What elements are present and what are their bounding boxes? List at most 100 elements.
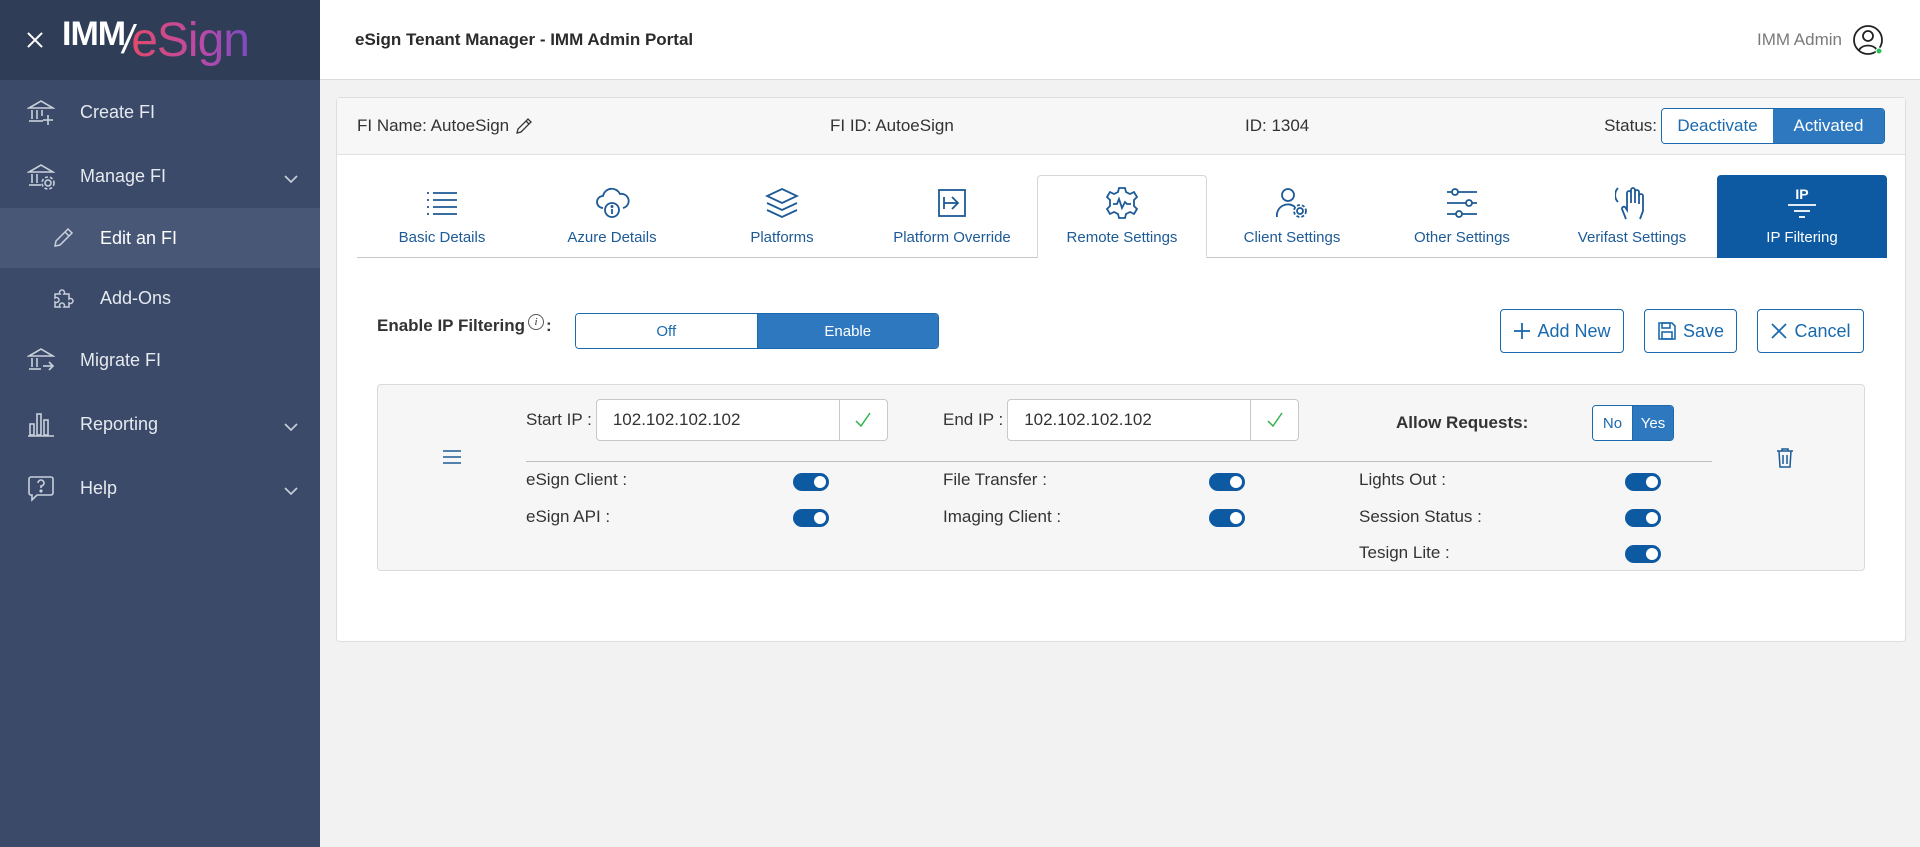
perm-imaging-client-toggle[interactable] (1209, 509, 1245, 527)
activated-button[interactable]: Activated (1773, 109, 1884, 143)
logo-bar: IMM / eSign (0, 0, 320, 80)
sidebar-item-help[interactable]: Help (0, 456, 320, 520)
perm-session-status-label: Session Status : (1359, 507, 1482, 526)
page-title: eSign Tenant Manager - IMM Admin Portal (355, 29, 694, 49)
start-ip-input[interactable] (596, 400, 839, 440)
tab-platform-override[interactable]: Platform Override (867, 175, 1037, 258)
sidebar-item-create-fi[interactable]: Create FI (0, 80, 320, 144)
tab-other-settings[interactable]: Other Settings (1377, 175, 1547, 258)
add-new-button[interactable]: Add New (1500, 309, 1624, 353)
tab-label: Platform Override (893, 229, 1011, 246)
tab-platforms[interactable]: Platforms (697, 175, 867, 258)
sidebar-item-manage-fi[interactable]: Manage FI (0, 144, 320, 208)
ip-filtering-enable-button[interactable]: Enable (757, 314, 938, 348)
perm-lights-out-toggle[interactable] (1625, 473, 1661, 491)
allow-requests-label: Allow Requests: (1396, 413, 1529, 432)
list-icon (425, 185, 459, 221)
end-ip-input[interactable] (1008, 400, 1251, 440)
ip-filter-icon: IP (1786, 185, 1818, 221)
ip-filter-icon-text: IP (1795, 186, 1809, 202)
close-icon[interactable] (22, 27, 48, 53)
trash-icon[interactable] (1776, 447, 1794, 474)
logo: IMM / eSign (62, 13, 250, 68)
tab-client-settings[interactable]: Client Settings (1207, 175, 1377, 258)
allow-requests-toggle: No Yes (1592, 405, 1674, 441)
bank-add-icon (26, 97, 56, 127)
status-toggle: Deactivate Activated (1661, 108, 1885, 144)
sidebar-item-migrate-fi[interactable]: Migrate FI (0, 328, 320, 392)
tab-verifast-settings[interactable]: Verifast Settings (1547, 175, 1717, 258)
sidebar-item-add-ons[interactable]: Add-Ons (0, 268, 320, 328)
perm-session-status-toggle[interactable] (1625, 509, 1661, 527)
tab-ip-filtering[interactable]: IP IP Filtering (1717, 175, 1887, 258)
tab-label: Azure Details (567, 229, 657, 246)
fi-edit-card: FI Name: AutoeSign FI ID: AutoeSign ID: … (336, 97, 1906, 642)
sidebar-item-label: Add-Ons (100, 287, 172, 308)
perm-imaging-client-label: Imaging Client : (943, 507, 1062, 526)
fi-name-label: FI Name: AutoeSign (357, 116, 510, 135)
pencil-icon (48, 223, 78, 253)
sidebar-item-label: Manage FI (80, 165, 167, 186)
perm-esign-api-toggle[interactable] (793, 509, 829, 527)
perm-esign-api-label: eSign API : (526, 507, 611, 526)
user-name: IMM Admin (1756, 29, 1842, 49)
close-icon (1771, 323, 1788, 339)
tab-label: Client Settings (1243, 229, 1341, 246)
allow-no-button[interactable]: No (1593, 406, 1633, 440)
tab-label: IP Filtering (1766, 229, 1838, 246)
check-icon (1250, 400, 1298, 440)
sidebar-item-edit-fi[interactable]: Edit an FI (0, 208, 320, 268)
status-label: Status: (1604, 116, 1657, 135)
tab-basic-details[interactable]: Basic Details (357, 175, 527, 258)
enable-ip-filtering-toggle: Off Enable (575, 313, 939, 349)
perm-file-transfer-toggle[interactable] (1209, 473, 1245, 491)
tab-label: Verifast Settings (1577, 229, 1687, 246)
check-icon (838, 400, 887, 440)
sliders-icon (1445, 185, 1479, 221)
bar-chart-icon (26, 409, 56, 439)
cancel-button[interactable]: Cancel (1757, 309, 1864, 353)
ip-rule-row: Start IP : End IP : Allow Requests: No Y… (377, 384, 1865, 571)
fi-status: Status: Deactivate Activated (1604, 108, 1885, 144)
sidebar-item-label: Edit an FI (100, 227, 178, 248)
edit-pencil-icon[interactable] (515, 117, 533, 135)
perm-esign-client-toggle[interactable] (793, 473, 829, 491)
perm-tesign-lite-toggle[interactable] (1625, 545, 1661, 563)
sidebar-item-label: Migrate FI (80, 349, 162, 370)
sidebar-item-label: Reporting (80, 413, 159, 434)
hand-touch-icon (1615, 185, 1649, 221)
gear-wave-icon (1104, 185, 1140, 221)
logo-imm: IMM (62, 14, 126, 53)
user-gear-icon (1275, 185, 1309, 221)
enable-ip-filtering-colon: : (546, 316, 552, 335)
perm-file-transfer-label: File Transfer : (943, 470, 1047, 489)
user-avatar-icon[interactable] (1852, 24, 1884, 56)
drag-handle-icon[interactable] (442, 447, 462, 472)
cloud-info-icon (594, 185, 630, 221)
end-ip-field: End IP : (943, 399, 1300, 441)
sidebar-item-label: Help (80, 477, 118, 498)
chevron-down-icon (284, 480, 298, 501)
puzzle-icon (48, 283, 78, 313)
tab-azure-details[interactable]: Azure Details (527, 175, 697, 258)
start-ip-box (595, 399, 888, 441)
floppy-disk-icon (1658, 322, 1676, 340)
deactivate-button[interactable]: Deactivate (1662, 109, 1773, 143)
user-menu[interactable]: IMM Admin (1757, 24, 1884, 56)
save-button[interactable]: Save (1644, 309, 1737, 353)
enable-ip-filtering-label: Enable IP Filtering i : (377, 314, 552, 338)
chevron-down-icon (284, 416, 298, 437)
allow-yes-button[interactable]: Yes (1633, 406, 1673, 440)
cancel-label: Cancel (1794, 320, 1851, 341)
tab-label: Other Settings (1414, 229, 1510, 246)
chevron-down-icon (284, 168, 298, 189)
tab-remote-settings[interactable]: Remote Settings (1037, 175, 1207, 258)
arrow-box-icon (936, 185, 968, 221)
enable-ip-filtering-text: Enable IP Filtering (377, 316, 525, 335)
info-icon[interactable]: i (528, 314, 544, 330)
perm-esign-client-label: eSign Client : (526, 470, 628, 489)
sidebar-item-reporting[interactable]: Reporting (0, 392, 320, 456)
perm-lights-out-label: Lights Out : (1359, 470, 1446, 489)
start-ip-label: Start IP : (526, 410, 592, 429)
ip-filtering-off-button[interactable]: Off (576, 314, 758, 348)
